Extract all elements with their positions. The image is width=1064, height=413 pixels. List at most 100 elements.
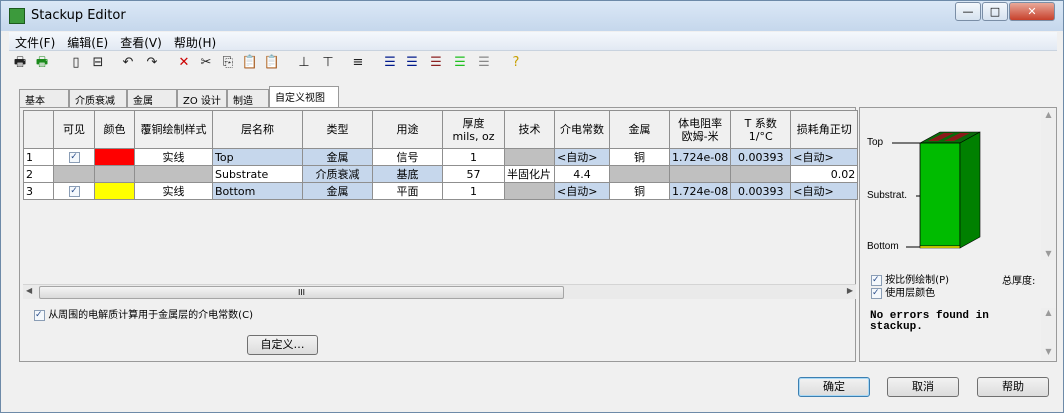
checkbox-checked-icon[interactable]: ✓ bbox=[871, 287, 882, 299]
menu-view[interactable]: 查看(V) bbox=[114, 32, 168, 53]
style-cell[interactable] bbox=[134, 165, 213, 183]
usage-cell[interactable]: 基底 bbox=[372, 165, 443, 183]
column-header[interactable] bbox=[23, 110, 54, 149]
scroll-right-icon[interactable]: ▶ bbox=[847, 286, 853, 295]
name-cell[interactable]: Bottom bbox=[212, 182, 303, 200]
name-cell[interactable]: Substrate bbox=[212, 165, 303, 183]
layers-red-icon[interactable]: ☰ bbox=[427, 54, 445, 72]
thickness-cell[interactable]: 57 bbox=[442, 165, 505, 183]
checkbox-checked-icon[interactable]: ✓ bbox=[34, 309, 45, 321]
loss-cell[interactable]: 0.02 bbox=[790, 165, 859, 183]
row-number[interactable]: 3 bbox=[23, 182, 54, 200]
visible-cell[interactable] bbox=[53, 165, 95, 183]
column-header[interactable]: 金属 bbox=[609, 110, 670, 149]
paste-icon[interactable]: 📋 bbox=[241, 54, 259, 72]
visible-checkbox[interactable]: ✓ bbox=[68, 186, 80, 197]
visible-cell[interactable]: ✓ bbox=[53, 148, 95, 166]
menu-file[interactable]: 文件(F) bbox=[9, 32, 61, 53]
type-cell[interactable]: 金属 bbox=[302, 182, 373, 200]
column-header[interactable]: 类型 bbox=[302, 110, 373, 149]
split-vertical-icon[interactable]: ▯ bbox=[67, 54, 85, 72]
thickness-cell[interactable]: 1 bbox=[442, 182, 505, 200]
resistivity-cell[interactable]: 1.724e-08 bbox=[668, 182, 732, 200]
loss-cell[interactable]: <自动> bbox=[790, 148, 859, 166]
name-cell[interactable]: Top bbox=[212, 148, 303, 166]
dk-cell[interactable]: <自动> bbox=[554, 148, 610, 166]
style-cell[interactable]: 实线 bbox=[134, 182, 213, 200]
layer-icon[interactable]: ☰ bbox=[381, 54, 399, 72]
message-scrollbar[interactable]: ▲ ▼ bbox=[1041, 308, 1056, 360]
visible-checkbox[interactable]: ✓ bbox=[68, 152, 80, 163]
tab-custom-view[interactable]: 自定义视图 bbox=[269, 86, 339, 107]
maximize-button[interactable]: □ bbox=[982, 2, 1008, 21]
sort-icon[interactable]: ≡ bbox=[349, 54, 367, 72]
tech-cell[interactable] bbox=[504, 182, 555, 200]
menu-help[interactable]: 帮助(H) bbox=[168, 32, 222, 53]
insert-below-icon[interactable]: ⊤ bbox=[319, 54, 337, 72]
loss-cell[interactable]: <自动> bbox=[790, 182, 859, 200]
column-header[interactable]: 技术 bbox=[504, 110, 555, 149]
scroll-thumb[interactable]: III bbox=[39, 286, 564, 299]
dk-cell[interactable]: <自动> bbox=[554, 182, 610, 200]
scroll-left-icon[interactable]: ◀ bbox=[26, 286, 32, 295]
dk-cell[interactable]: 4.4 bbox=[554, 165, 610, 183]
row-number[interactable]: 1 bbox=[23, 148, 54, 166]
tab-basic[interactable]: 基本 bbox=[19, 89, 69, 107]
copy-icon[interactable]: ⎘ bbox=[219, 54, 237, 72]
help-button[interactable]: 帮助 bbox=[977, 377, 1049, 397]
customize-button[interactable]: 自定义… bbox=[247, 335, 318, 355]
type-cell[interactable]: 金属 bbox=[302, 148, 373, 166]
layers-green-icon[interactable]: ☰ bbox=[451, 54, 469, 72]
resistivity-cell[interactable] bbox=[668, 165, 732, 183]
tech-cell[interactable] bbox=[504, 148, 555, 166]
delete-icon[interactable]: ✕ bbox=[175, 54, 193, 72]
column-header[interactable]: T 系数 1/°C bbox=[730, 110, 792, 149]
layers-gray-icon[interactable]: ☰ bbox=[475, 54, 493, 72]
column-header[interactable]: 介电常数 bbox=[554, 110, 610, 149]
split-horizontal-icon[interactable]: ⊟ bbox=[89, 54, 107, 72]
column-header[interactable]: 覆铜绘制样式 bbox=[134, 110, 213, 149]
tab-manufacture[interactable]: 制造 bbox=[227, 89, 269, 107]
usage-cell[interactable]: 平面 bbox=[372, 182, 443, 200]
column-header[interactable]: 可见 bbox=[53, 110, 95, 149]
column-header[interactable]: 层名称 bbox=[212, 110, 303, 149]
tc-cell[interactable] bbox=[730, 165, 792, 183]
color-cell[interactable] bbox=[94, 165, 135, 183]
column-header[interactable]: 用途 bbox=[372, 110, 443, 149]
style-cell[interactable]: 实线 bbox=[134, 148, 213, 166]
layer-color-checkbox[interactable]: ✓ 使用层颜色 bbox=[871, 284, 935, 299]
cut-icon[interactable]: ✂ bbox=[197, 54, 215, 72]
tab-dielectric[interactable]: 介质衰减 bbox=[69, 89, 127, 107]
print-preview-icon[interactable]: 🖶 bbox=[33, 54, 51, 72]
tab-metal[interactable]: 金属 bbox=[127, 89, 177, 107]
column-header[interactable]: 颜色 bbox=[94, 110, 135, 149]
tech-cell[interactable]: 半固化片 bbox=[504, 165, 555, 183]
cancel-button[interactable]: 取消 bbox=[887, 377, 959, 397]
tc-cell[interactable]: 0.00393 bbox=[730, 182, 792, 200]
color-cell[interactable] bbox=[94, 148, 135, 166]
help-icon[interactable]: ? bbox=[507, 54, 525, 72]
column-header[interactable]: 厚度 mils, oz bbox=[442, 110, 505, 149]
row-number[interactable]: 2 bbox=[23, 165, 54, 183]
layers-blue-icon[interactable]: ☰ bbox=[403, 54, 421, 72]
color-cell[interactable] bbox=[94, 182, 135, 200]
horizontal-scrollbar[interactable]: ◀ III ▶ bbox=[23, 284, 856, 299]
column-header[interactable]: 损耗角正切 bbox=[790, 110, 859, 149]
visible-cell[interactable]: ✓ bbox=[53, 182, 95, 200]
redo-icon[interactable]: ↷ bbox=[143, 54, 161, 72]
minimize-button[interactable]: — bbox=[955, 2, 981, 21]
preview-scrollbar[interactable]: ▲ ▼ bbox=[1041, 110, 1056, 260]
menu-edit[interactable]: 编辑(E) bbox=[61, 32, 114, 53]
usage-cell[interactable]: 信号 bbox=[372, 148, 443, 166]
metal-cell[interactable] bbox=[609, 165, 670, 183]
undo-icon[interactable]: ↶ bbox=[119, 54, 137, 72]
tc-cell[interactable]: 0.00393 bbox=[730, 148, 792, 166]
calc-dielectric-checkbox[interactable]: ✓ 从周围的电解质计算用于金属层的介电常数(C) bbox=[34, 306, 253, 321]
metal-cell[interactable]: 铜 bbox=[609, 148, 670, 166]
paste-special-icon[interactable]: 📋 bbox=[263, 54, 281, 72]
resistivity-cell[interactable]: 1.724e-08 bbox=[668, 148, 732, 166]
column-header[interactable]: 体电阻率 欧姆-米 bbox=[668, 110, 732, 149]
ok-button[interactable]: 确定 bbox=[798, 377, 870, 397]
thickness-cell[interactable]: 1 bbox=[442, 148, 505, 166]
metal-cell[interactable]: 铜 bbox=[609, 182, 670, 200]
